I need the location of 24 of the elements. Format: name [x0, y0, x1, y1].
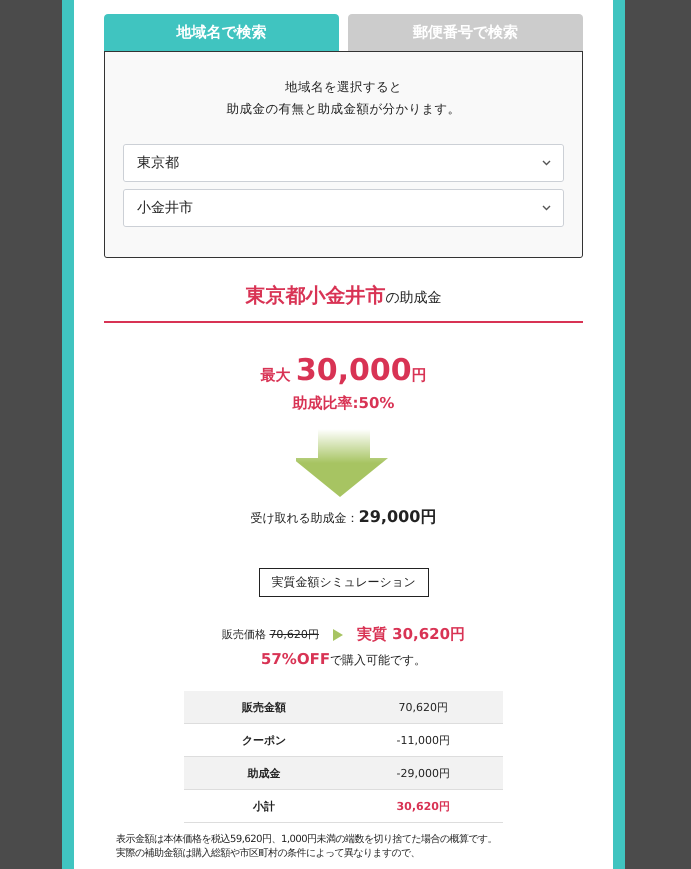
max-amount: 最大 30,000円 — [260, 353, 427, 388]
chevron-down-icon — [542, 160, 551, 166]
table-cell-text: -11,000円 — [396, 732, 451, 748]
note-text: 実際の補助金額は購入総額や市区町村の条件によって異なりますので、 — [116, 847, 421, 861]
subsidy-rate: 助成比率:50% — [292, 394, 394, 413]
table-cell-text: 販売金額 — [240, 700, 287, 714]
chevron-down-icon — [542, 205, 551, 211]
table-cell-text: 70,620円 — [398, 700, 449, 714]
note-text: 表示金額は本体価格を税込59,620円、1,000円未満の端数を切り捨てた場合の概算です。 — [116, 833, 498, 847]
table-cell-text: 助成金 — [246, 766, 282, 780]
effective-price: 実質 30,620円 — [356, 625, 466, 644]
dropdown-field[interactable]: 東京都 — [123, 144, 564, 182]
dropdown-field[interactable]: 小金井市 — [123, 189, 564, 227]
price-label: 販売価格 70,620円 — [222, 627, 319, 642]
table-cell-text: 小計 — [252, 798, 276, 814]
intro-text: 地域名を選択すると 助成金の有無と助成金額が分かります。 — [226, 78, 462, 118]
table-cell-text: -29,000円 — [396, 766, 451, 780]
table-cell-text: クーポン — [240, 732, 287, 748]
discount-text: 57%OFFで購入可能です。 — [260, 650, 426, 669]
table-cell-text: 30,620円 — [396, 798, 451, 814]
result-heading: 東京都小金井市の助成金 — [104, 282, 583, 323]
simulation-button[interactable]: 実質金額シミュレーション — [258, 568, 428, 597]
receivable-amount: 受け取れる助成金：29,000円 — [250, 507, 436, 528]
play-icon — [332, 628, 343, 640]
